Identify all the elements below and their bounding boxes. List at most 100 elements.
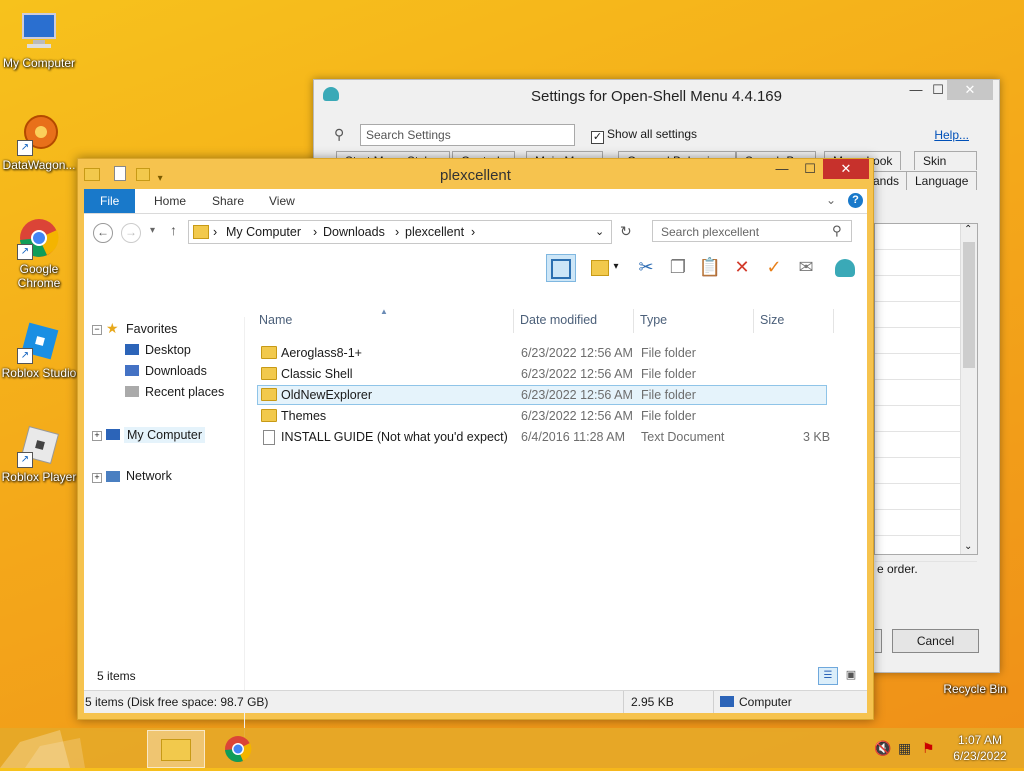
desktop-icon-roblox-studio[interactable]: ↗ Roblox Studio (1, 320, 77, 380)
taskbar-file-explorer[interactable] (147, 730, 205, 768)
recent-locations-icon[interactable]: ▾ (150, 225, 155, 236)
scroll-up-icon[interactable]: ⌃ (964, 224, 972, 235)
tree-item-downloads[interactable]: Downloads (145, 364, 207, 378)
desktop-icon-datawagon[interactable]: ↗ DataWagon... (1, 112, 77, 172)
folder-icon (261, 388, 277, 403)
sort-up-icon: ▲ (380, 307, 388, 316)
large-icons-view-icon[interactable]: ▣ (843, 667, 859, 683)
downloads-icon (125, 365, 139, 376)
expand-ribbon-icon[interactable]: ⌄ (826, 193, 836, 207)
breadcrumb-chevron-icon[interactable]: › (471, 225, 475, 239)
refresh-icon[interactable]: ↻ (620, 223, 632, 240)
clock-date: 6/23/2022 (953, 749, 1007, 763)
column-divider[interactable] (633, 309, 634, 333)
desktop-icon-roblox-player[interactable]: ↗ Roblox Player (1, 424, 77, 484)
scrollbar-thumb[interactable] (963, 242, 975, 368)
forward-icon[interactable]: → (121, 223, 141, 243)
tree-item-desktop[interactable]: Desktop (145, 343, 191, 357)
tree-my-computer[interactable]: My Computer (124, 427, 206, 443)
desktop-icon-my-computer[interactable]: My Computer (1, 10, 77, 70)
start-button[interactable] (0, 728, 100, 768)
search-input[interactable]: Search plexcellent (652, 220, 852, 242)
copy-icon[interactable]: ❐ (664, 254, 692, 280)
navigation-pane-icon[interactable] (546, 254, 576, 282)
tree-expand-icon[interactable]: + (92, 431, 102, 441)
address-dropdown-icon[interactable]: ⌄ (595, 225, 604, 238)
breadcrumb-chevron-icon[interactable]: › (213, 225, 217, 239)
tab-share[interactable]: Share (198, 189, 258, 213)
volume-muted-icon[interactable]: 🔇 (874, 740, 891, 757)
desktop-icon-label: Recycle Bin (943, 682, 1007, 696)
desktop-icon-label: Roblox Player (1, 470, 77, 484)
breadcrumb-plexcellent[interactable]: plexcellent (405, 225, 464, 239)
taskbar-chrome[interactable] (210, 730, 266, 766)
checkbox-checked-icon: ✓ (591, 131, 604, 144)
file-row[interactable]: Classic Shell 6/23/2022 12:56 AM File fo… (257, 364, 827, 384)
clock[interactable]: 1:07 AM 6/23/2022 (948, 732, 1012, 764)
column-header-size[interactable]: Size (760, 313, 784, 335)
file-row[interactable]: Aeroglass8-1+ 6/23/2022 12:56 AM File fo… (257, 343, 827, 363)
breadcrumb-my-computer[interactable]: My Computer (226, 225, 301, 239)
email-icon[interactable]: ✉ (792, 254, 820, 280)
file-date: 6/23/2022 12:56 AM (521, 346, 633, 360)
close-icon[interactable]: ✕ (823, 159, 869, 179)
tree-favorites[interactable]: Favorites (126, 322, 177, 336)
tree-expand-icon[interactable]: + (92, 473, 102, 483)
maximize-icon[interactable]: ☐ (796, 159, 824, 179)
address-bar[interactable]: › My Computer › Downloads › plexcellent … (188, 220, 612, 244)
file-explorer-icon (161, 739, 191, 762)
dropdown-icon[interactable]: ▾ (610, 254, 622, 280)
paste-icon[interactable]: 📋 (696, 254, 724, 280)
open-shell-settings-icon[interactable] (831, 254, 859, 280)
show-all-settings-checkbox[interactable]: ✓ Show all settings (591, 127, 697, 144)
column-divider[interactable] (833, 309, 834, 333)
tab-language[interactable]: Language (906, 171, 978, 190)
chrome-icon: ↗ (17, 216, 61, 260)
scrollbar[interactable]: ⌃ ⌄ (960, 224, 977, 554)
shortcut-arrow-icon: ↗ (17, 452, 33, 468)
cut-icon[interactable]: ✂ (632, 254, 660, 280)
help-icon[interactable]: ? (848, 193, 863, 208)
status-location: Computer (739, 695, 792, 709)
tab-home[interactable]: Home (140, 189, 200, 213)
column-divider[interactable] (513, 309, 514, 333)
back-icon[interactable]: ← (93, 223, 113, 243)
breadcrumb-downloads[interactable]: Downloads (323, 225, 385, 239)
column-header-type[interactable]: Type (640, 313, 667, 335)
close-icon[interactable]: ✕ (947, 80, 993, 100)
help-link[interactable]: Help... (934, 128, 969, 142)
file-row-selected[interactable]: OldNewExplorer 6/23/2022 12:56 AM File f… (257, 385, 827, 405)
tree-item-recent-places[interactable]: Recent places (145, 385, 224, 399)
ok-button[interactable] (875, 629, 882, 653)
tab-file[interactable]: File (84, 189, 136, 213)
tree-network[interactable]: Network (126, 469, 172, 483)
tab-skin[interactable]: Skin (914, 151, 977, 170)
tree-expand-icon[interactable]: − (92, 325, 102, 335)
column-header-name[interactable]: Name (259, 313, 292, 335)
file-row[interactable]: INSTALL GUIDE (Not what you'd expect) 6/… (257, 427, 830, 447)
network-tray-icon[interactable]: ▦ (898, 740, 911, 757)
column-divider[interactable] (753, 309, 754, 333)
delete-icon[interactable]: ✕ (728, 254, 756, 280)
file-row[interactable]: Themes 6/23/2022 12:56 AM File folder (257, 406, 827, 426)
details-view-icon[interactable]: ☰ (818, 667, 838, 685)
scroll-down-icon[interactable]: ⌄ (964, 541, 972, 552)
desktop-icon-google-chrome[interactable]: ↗ Google Chrome (1, 216, 77, 290)
search-icon[interactable]: ⚲ (832, 223, 842, 239)
breadcrumb-chevron-icon[interactable]: › (395, 225, 399, 239)
minimize-icon[interactable]: — (768, 159, 796, 179)
desktop-icon (125, 344, 139, 355)
up-icon[interactable]: ↑ (170, 222, 177, 238)
tab-view[interactable]: View (255, 189, 309, 213)
computer-icon (106, 429, 120, 440)
cancel-button[interactable]: Cancel (892, 629, 979, 653)
status-divider (713, 691, 714, 713)
settings-search-input[interactable]: Search Settings (360, 124, 575, 146)
column-header-date[interactable]: Date modified (520, 313, 597, 335)
properties-icon[interactable]: ✓ (760, 254, 788, 280)
file-type: File folder (641, 388, 696, 402)
settings-list-panel[interactable]: ⌃ ⌄ (874, 223, 978, 562)
action-center-icon[interactable]: ⚑ (922, 740, 935, 757)
desktop-icon-recycle-bin[interactable]: Recycle Bin (937, 682, 1013, 696)
breadcrumb-chevron-icon[interactable]: › (313, 225, 317, 239)
